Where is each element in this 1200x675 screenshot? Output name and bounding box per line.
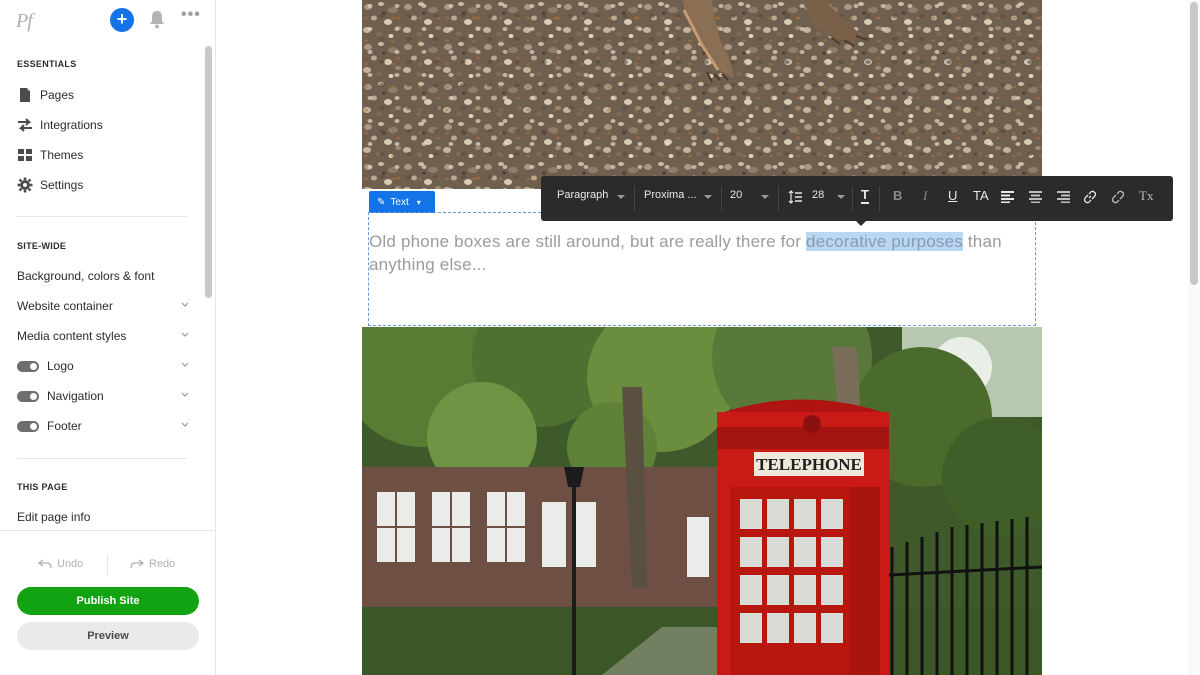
paragraph-style-select[interactable]: Paragraph <box>557 189 608 201</box>
divider <box>852 186 853 211</box>
sidebar-item-edit-page-info[interactable]: Edit page info <box>17 506 189 528</box>
chevron-down-icon <box>181 362 189 367</box>
text-transform-button[interactable]: TA <box>973 188 989 203</box>
chevron-down-icon <box>181 332 189 337</box>
sidebar-item-label: Settings <box>40 178 84 192</box>
phonebox-photo[interactable]: TELEPHONE <box>362 327 1042 675</box>
chevron-down-icon <box>761 195 769 199</box>
sidebar-item-logo[interactable]: Logo <box>17 355 189 377</box>
divider <box>634 186 635 211</box>
sidebar-item-label: Website container <box>17 299 113 313</box>
sidebar: Pf + ••• ESSENTIALS Pages Integrations T… <box>0 0 216 675</box>
align-right-icon[interactable] <box>1057 191 1070 203</box>
chevron-down-icon: ▾ <box>416 197 421 207</box>
toolbar-caret <box>855 220 867 226</box>
sidebar-item-label: Themes <box>40 148 84 162</box>
sidebar-item-label: Edit page info <box>17 510 91 524</box>
sidebar-item-label: Footer <box>47 419 82 433</box>
undo-label: Undo <box>57 558 84 570</box>
divider <box>17 458 187 459</box>
redo-label: Redo <box>149 558 176 570</box>
undo-icon <box>38 559 52 569</box>
chevron-down-icon <box>704 195 712 199</box>
sidebar-item-themes[interactable]: Themes <box>17 144 189 166</box>
page-icon <box>20 88 30 102</box>
bold-button[interactable]: B <box>893 188 902 203</box>
divider <box>107 555 108 575</box>
text-block-tag[interactable]: ✎ Text ▾ <box>369 191 435 213</box>
unlink-icon[interactable] <box>1111 190 1125 204</box>
chevron-down-icon <box>181 422 189 427</box>
divider <box>778 186 779 211</box>
undo-redo-bar: Undo Redo <box>16 553 200 577</box>
divider <box>0 530 216 531</box>
telephone-sign: TELEPHONE <box>756 455 862 474</box>
sidebar-item-media-content-styles[interactable]: Media content styles <box>17 325 189 347</box>
gear-icon <box>17 177 33 193</box>
chevron-down-icon <box>181 302 189 307</box>
font-size-select[interactable]: 20 <box>730 189 742 201</box>
font-family-select[interactable]: Proxima ... <box>644 189 697 201</box>
add-button[interactable]: + <box>110 8 134 32</box>
align-left-icon[interactable] <box>1001 191 1014 203</box>
publish-site-button[interactable]: Publish Site <box>17 587 199 615</box>
sidebar-item-label: Logo <box>47 359 74 373</box>
page-canvas: ✎ Text ▾ Old phone boxes are still aroun… <box>216 0 1188 675</box>
squirrel-photo[interactable] <box>362 0 1042 189</box>
section-this-page: THIS PAGE <box>17 482 68 492</box>
sidebar-item-footer[interactable]: Footer <box>17 415 189 437</box>
align-center-icon[interactable] <box>1029 191 1042 203</box>
chevron-down-icon <box>617 195 625 199</box>
sidebar-item-settings[interactable]: Settings <box>17 174 189 196</box>
selected-text[interactable]: decorative purposes <box>806 232 963 251</box>
clear-format-button[interactable]: Tx <box>1139 188 1153 204</box>
text-color-button[interactable]: T <box>861 187 869 204</box>
sidebar-item-label: Navigation <box>47 389 104 403</box>
sidebar-scrollbar-thumb[interactable] <box>205 46 212 298</box>
body-text-part: Old phone boxes are still around, but ar… <box>369 232 807 251</box>
app-logo[interactable]: Pf <box>16 10 33 33</box>
chevron-down-icon <box>837 195 845 199</box>
navigation-toggle[interactable] <box>17 390 39 402</box>
italic-button[interactable]: I <box>923 188 927 204</box>
text-format-toolbar: Paragraph Proxima ... 20 28 T B I U TA T… <box>541 176 1173 226</box>
sidebar-item-label: Pages <box>40 88 75 102</box>
redo-button[interactable]: Redo <box>130 558 175 570</box>
redo-icon <box>130 559 144 569</box>
text-block-content[interactable]: Old phone boxes are still around, but ar… <box>369 230 1039 276</box>
undo-button[interactable]: Undo <box>38 558 83 570</box>
more-icon[interactable]: ••• <box>181 6 201 24</box>
underline-button[interactable]: U <box>948 188 957 203</box>
sidebar-item-label: Integrations <box>40 118 103 132</box>
bell-icon[interactable] <box>148 9 166 29</box>
sidebar-item-label: Background, colors & font <box>17 269 155 283</box>
divider <box>721 186 722 211</box>
link-icon[interactable] <box>1083 190 1097 204</box>
logo-toggle[interactable] <box>17 360 39 372</box>
text-block-tag-label: Text <box>390 196 409 208</box>
page-scrollbar-thumb[interactable] <box>1190 2 1198 285</box>
divider <box>879 186 880 211</box>
footer-toggle[interactable] <box>17 420 39 432</box>
preview-button[interactable]: Preview <box>17 622 199 650</box>
sidebar-item-background[interactable]: Background, colors & font <box>17 265 189 287</box>
divider <box>17 216 187 217</box>
line-height-icon <box>788 190 802 204</box>
sidebar-item-pages[interactable]: Pages <box>17 84 189 106</box>
section-essentials: ESSENTIALS <box>17 59 77 69</box>
sidebar-item-label: Media content styles <box>17 329 127 343</box>
chevron-down-icon <box>181 392 189 397</box>
grid-icon <box>18 149 32 161</box>
section-site-wide: SITE-WIDE <box>17 241 67 251</box>
pencil-icon: ✎ <box>377 196 386 208</box>
sidebar-item-navigation[interactable]: Navigation <box>17 385 189 407</box>
arrows-icon <box>18 118 32 132</box>
sidebar-item-website-container[interactable]: Website container <box>17 295 189 317</box>
line-height-select[interactable]: 28 <box>812 189 824 201</box>
sidebar-item-integrations[interactable]: Integrations <box>17 114 189 136</box>
